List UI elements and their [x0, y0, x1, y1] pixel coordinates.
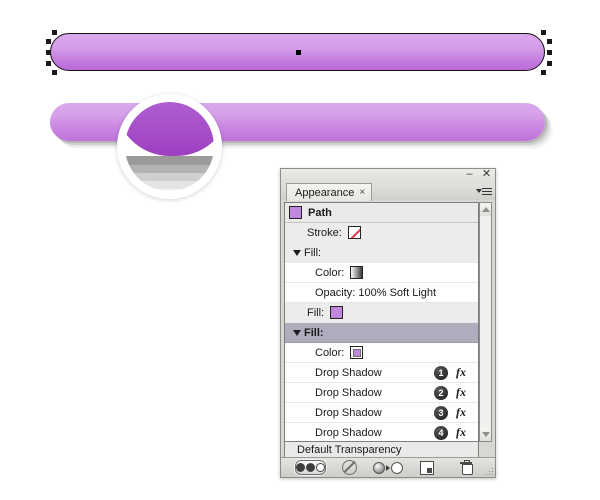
tab-close-icon[interactable]: ×: [359, 187, 365, 198]
appearance-panel[interactable]: – ✕ Appearance × Path Stroke: Fill: Colo…: [280, 168, 496, 478]
selection-handle-l3[interactable]: [46, 61, 51, 66]
fill-2-summary-label: Fill:: [307, 306, 325, 319]
row-fill-2-summary[interactable]: Fill:: [285, 303, 478, 323]
fill-1-color-label: Color:: [315, 266, 345, 279]
toggle-dot-2: [305, 463, 315, 472]
duplicate-icon: [373, 461, 403, 474]
fill-group-2-label: Fill:: [304, 326, 324, 339]
menu-line-3: [482, 193, 492, 195]
magnifier-loupe: [117, 94, 222, 199]
selection-handle-tl[interactable]: [52, 30, 57, 35]
scroll-down-button[interactable]: [480, 428, 491, 441]
fx-toggle-icon: [294, 460, 326, 475]
path-color-swatch-icon[interactable]: [289, 206, 302, 219]
selection-handle-r1[interactable]: [547, 39, 552, 44]
row-drop-shadow-3[interactable]: Drop Shadow 3 fx: [285, 403, 478, 423]
selection-handle-bl[interactable]: [52, 70, 57, 75]
row-fill-group-1[interactable]: Fill:: [285, 243, 478, 263]
chevron-down-icon-scroll: [481, 432, 490, 437]
panel-toolbar[interactable]: [281, 457, 495, 477]
chevron-up-icon: [481, 207, 490, 212]
minimize-icon[interactable]: –: [464, 169, 475, 180]
tab-appearance-label: Appearance: [295, 186, 355, 199]
panel-tab-row: Appearance ×: [281, 183, 495, 201]
drop-shadow-3-label: Drop Shadow: [315, 406, 382, 419]
loupe-shadow-band-4: [125, 181, 214, 189]
toggle-dot-1: [295, 463, 305, 472]
stroke-label: Stroke:: [307, 226, 342, 239]
menu-line-2: [482, 190, 492, 192]
selection-handle-r3[interactable]: [547, 61, 552, 66]
row-fill-1-opacity[interactable]: Opacity: 100% Soft Light: [285, 283, 478, 303]
drop-shadow-3-badge: 3: [434, 405, 448, 420]
panel-titlebar[interactable]: – ✕: [281, 169, 495, 183]
selection-handle-br[interactable]: [541, 70, 546, 75]
row-drop-shadow-4[interactable]: Drop Shadow 4 fx: [285, 423, 478, 441]
delete-item-button[interactable]: [455, 460, 477, 475]
row-default-transparency[interactable]: Default Transparency: [284, 442, 479, 458]
dup-circle-empty: [391, 461, 403, 474]
gradient-swatch-icon[interactable]: [350, 266, 364, 279]
fill-group-1-label: Fill:: [304, 246, 322, 259]
drop-shadow-2-badge: 2: [434, 385, 448, 400]
toggle-dot-3: [315, 463, 325, 472]
fx-visibility-toggle-button[interactable]: [294, 460, 326, 475]
loupe-content: [125, 102, 214, 191]
fx-icon-4[interactable]: fx: [448, 425, 474, 440]
drop-shadow-1-label: Drop Shadow: [315, 366, 382, 379]
selection-handle-tr[interactable]: [541, 30, 546, 35]
drop-shadow-2-label: Drop Shadow: [315, 386, 382, 399]
add-new-fill-button[interactable]: [416, 460, 438, 475]
default-transparency-label: Default Transparency: [297, 443, 402, 456]
row-fill-2-color[interactable]: Color:: [285, 343, 478, 363]
tab-appearance[interactable]: Appearance ×: [286, 183, 373, 201]
selection-handle-r2[interactable]: [547, 50, 552, 55]
scroll-up-button[interactable]: [480, 203, 491, 216]
fx-icon-1[interactable]: fx: [448, 365, 474, 380]
path-label: Path: [308, 206, 332, 219]
row-stroke[interactable]: Stroke:: [285, 223, 478, 243]
close-icon[interactable]: ✕: [481, 169, 492, 180]
selection-handle-l2[interactable]: [46, 50, 51, 55]
fx-icon-2[interactable]: fx: [448, 385, 474, 400]
panel-scrollbar[interactable]: [479, 202, 492, 442]
trash-can: [461, 464, 473, 475]
row-fill-group-2[interactable]: Fill:: [285, 323, 478, 343]
fill-2-color-swatch-icon[interactable]: [330, 306, 344, 319]
selection-handle-l1[interactable]: [46, 39, 51, 44]
drop-shadow-1-badge: 1: [434, 365, 448, 380]
drop-shadow-4-badge: 4: [434, 425, 448, 440]
new-item-icon: [420, 460, 434, 475]
panel-menu-icon[interactable]: [476, 184, 492, 198]
dup-arrow: [386, 464, 390, 471]
chevron-down-icon: [476, 189, 482, 193]
fill-2-double-swatch-icon[interactable]: [350, 346, 364, 359]
menu-line-1: [482, 187, 492, 189]
center-anchor-point[interactable]: [296, 50, 301, 55]
loupe-bar-edge: [125, 102, 214, 156]
loupe-shadow-band-5: [125, 189, 214, 191]
loupe-shadow-band-3: [125, 173, 214, 181]
fill-1-opacity-label: Opacity: 100% Soft Light: [315, 286, 437, 299]
loupe-shadow-band-2: [125, 165, 214, 173]
disclosure-triangle-icon[interactable]: [293, 249, 301, 256]
drop-shadow-4-label: Drop Shadow: [315, 426, 382, 439]
trash-icon: [460, 460, 473, 475]
resize-grip[interactable]: [485, 467, 493, 475]
clear-appearance-button[interactable]: [338, 460, 360, 475]
appearance-list[interactable]: Path Stroke: Fill: Color: Opacity: 100% …: [284, 202, 479, 442]
row-fill-1-color[interactable]: Color:: [285, 263, 478, 283]
dup-circle-filled: [373, 461, 385, 474]
window-buttons: – ✕: [464, 169, 492, 180]
stroke-none-swatch-icon[interactable]: [347, 226, 361, 239]
disclosure-triangle-icon-2[interactable]: [293, 329, 301, 336]
row-path-header[interactable]: Path: [285, 203, 478, 223]
fill-2-color-label: Color:: [315, 346, 345, 359]
duplicate-item-button[interactable]: [373, 461, 403, 475]
row-drop-shadow-2[interactable]: Drop Shadow 2 fx: [285, 383, 478, 403]
fx-icon-3[interactable]: fx: [448, 405, 474, 420]
loupe-shadow-band-1: [125, 156, 214, 165]
no-symbol-icon: [341, 460, 357, 475]
row-drop-shadow-1[interactable]: Drop Shadow 1 fx: [285, 363, 478, 383]
